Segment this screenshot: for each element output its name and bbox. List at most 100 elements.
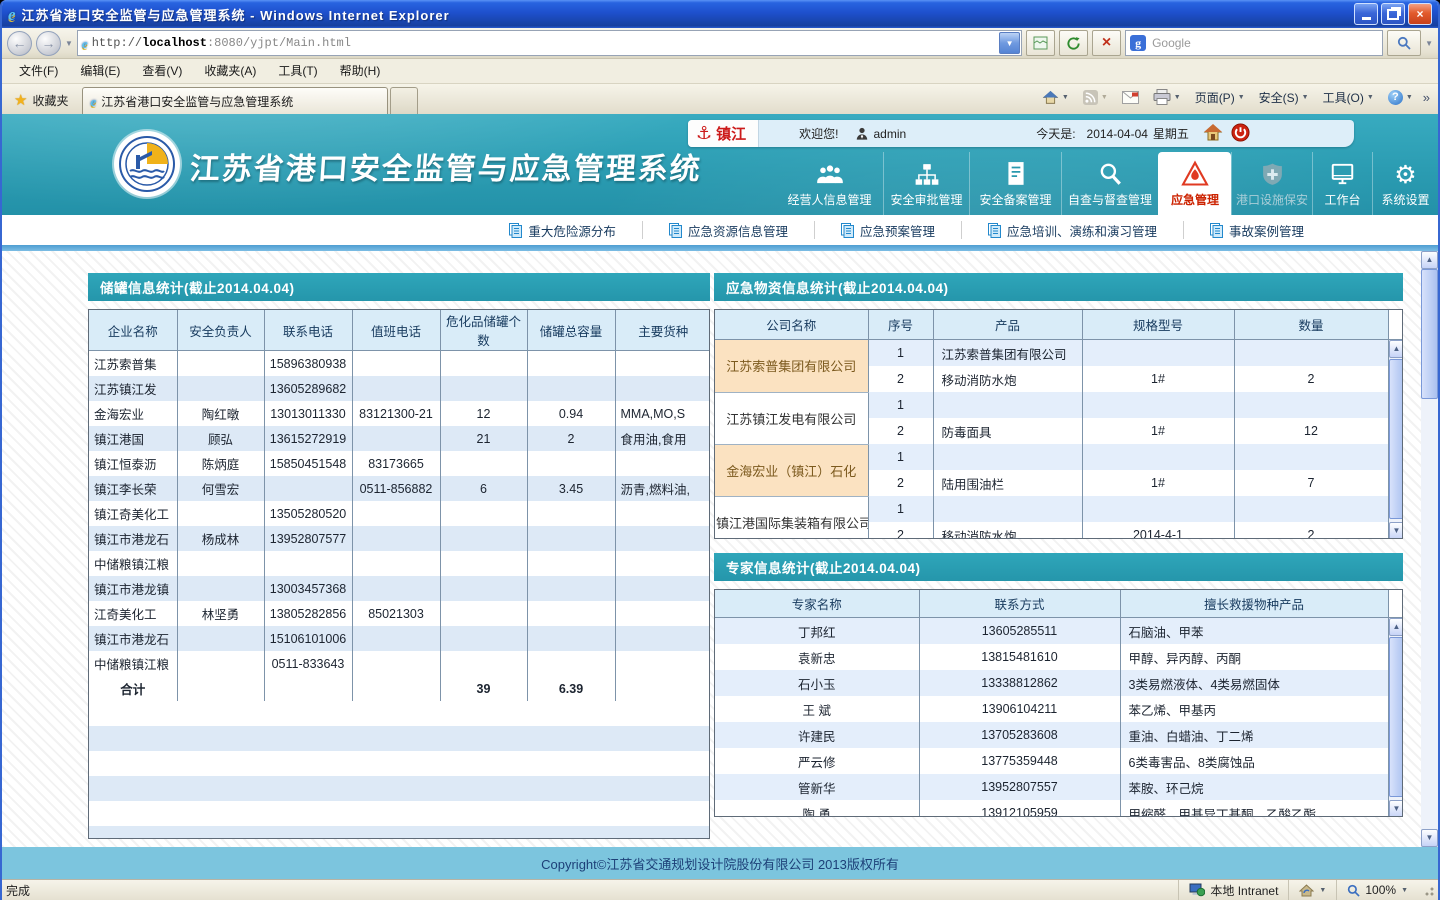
menu-item-help[interactable]: 帮助(H) [329, 59, 392, 83]
minimize-button[interactable] [1354, 3, 1378, 25]
history-dropdown-icon[interactable]: ▼ [65, 39, 73, 48]
search-button[interactable] [1387, 30, 1421, 56]
overflow-chevron[interactable]: » [1421, 90, 1434, 105]
print-button[interactable]: ▼ [1147, 85, 1187, 109]
compatibility-view-button[interactable] [1026, 30, 1055, 56]
scroll-track[interactable] [1389, 358, 1404, 522]
cell [527, 551, 615, 576]
cell: 袁新忠 [715, 644, 919, 670]
cell [1082, 444, 1234, 470]
table-row: 镇江港国 顾弘 13615272919 21 2 食用油,食用 [89, 426, 710, 451]
subnav-item-resource-info[interactable]: 应急资源信息管理 [642, 221, 814, 239]
scroll-up-button[interactable]: ▲ [1421, 251, 1438, 269]
scroll-up-button[interactable]: ▲ [1389, 340, 1404, 358]
cell [615, 676, 710, 701]
menu-item-view[interactable]: 查看(V) [131, 59, 193, 83]
org-chart-icon [914, 159, 940, 187]
subnav-item-accident-cases[interactable]: 事故案例管理 [1183, 221, 1330, 239]
scroll-thumb[interactable] [1421, 269, 1438, 399]
subnav-item-hazard-distribution[interactable]: 重大危险源分布 [483, 221, 642, 239]
close-button[interactable]: × [1408, 3, 1432, 25]
refresh-button[interactable] [1059, 30, 1088, 56]
browser-tab[interactable]: e 江苏省港口安全监管与应急管理系统 [82, 87, 388, 114]
cell [440, 501, 527, 526]
nav-item-safety-approval[interactable]: 安全审批管理 [883, 152, 969, 215]
page-menu-button[interactable]: 页面(P)▼ [1189, 85, 1251, 109]
table-row: 金海宏业 陶红暾 13013011330 83121300-21 12 0.94… [89, 401, 710, 426]
cell [527, 451, 615, 476]
experts-table: 专家名称 联系方式 擅长救援物种产品 丁邦红 13605285511 石脑油、甲… [715, 590, 1403, 817]
restore-button[interactable] [1381, 3, 1405, 25]
scroll-thumb[interactable] [1389, 359, 1404, 519]
system-header: 江苏省港口安全监管与应急管理系统 ⚓ 镇江 欢迎您! admin 今天是: 20… [2, 114, 1438, 215]
table-header-cell: 数量 [1234, 310, 1388, 340]
home-icon [1203, 123, 1223, 141]
company-cell: 江苏镇江发电有限公司 [715, 392, 868, 444]
home-button[interactable]: ▼ [1036, 85, 1075, 109]
safety-menu-button[interactable]: 安全(S)▼ [1253, 85, 1315, 109]
scroll-down-button[interactable]: ▼ [1421, 829, 1438, 847]
scroll-up-button[interactable]: ▲ [1389, 618, 1404, 636]
back-button[interactable]: ← [7, 31, 32, 56]
menu-item-tools[interactable]: 工具(T) [267, 59, 328, 83]
intranet-icon [1189, 883, 1205, 897]
main-navigation: 经营人信息管理 安全审批管理 安全备案管理 自查与督查管理 [776, 152, 1438, 215]
subnav-item-plan-management[interactable]: 应急预案管理 [814, 221, 961, 239]
menu-item-favorites[interactable]: 收藏夹(A) [193, 59, 267, 83]
address-dropdown-button[interactable]: ▼ [999, 32, 1020, 54]
nav-item-operator-info[interactable]: 经营人信息管理 [776, 152, 883, 215]
ie-logo-icon: e [8, 6, 16, 23]
rss-button[interactable]: ▼ [1077, 85, 1114, 109]
nav-item-safety-filing[interactable]: 安全备案管理 [969, 152, 1061, 215]
experts-scrollbar[interactable]: ▲ ▼ [1389, 618, 1404, 817]
cell: 2 [868, 470, 933, 496]
scrollbar-cell: ▲ ▼ [1388, 340, 1403, 540]
supplies-scrollbar[interactable]: ▲ ▼ [1389, 340, 1404, 539]
home-shortcut-button[interactable] [1203, 123, 1223, 144]
resize-grip[interactable] [1422, 884, 1434, 896]
page-scrollbar[interactable]: ▲ ▼ [1421, 251, 1438, 847]
cell [615, 351, 710, 377]
empty-row [89, 751, 710, 776]
cell: 0.94 [527, 401, 615, 426]
stop-button[interactable]: × [1092, 30, 1121, 56]
forward-button[interactable]: → [36, 31, 61, 56]
new-tab-stub[interactable] [390, 87, 418, 114]
scroll-down-button[interactable]: ▼ [1389, 522, 1404, 539]
doc-icon [988, 223, 1001, 238]
nav-item-system-settings[interactable]: ⚙ 系统设置 [1372, 152, 1438, 215]
subnav-item-training-drills[interactable]: 应急培训、演练和演习管理 [961, 221, 1183, 239]
cell: 3类易燃液体、4类易燃固体 [1120, 670, 1388, 696]
logout-button[interactable] [1231, 123, 1250, 145]
cell: 1 [868, 340, 933, 367]
shield-icon [1260, 159, 1285, 187]
cell [933, 496, 1082, 522]
menu-item-edit[interactable]: 编辑(E) [69, 59, 131, 83]
cell [177, 376, 264, 401]
cell [440, 626, 527, 651]
help-button[interactable]: ?▼ [1382, 85, 1419, 109]
cell [440, 526, 527, 551]
search-options-dropdown-icon[interactable]: ▼ [1425, 39, 1433, 48]
cell: 江奇美化工 [89, 601, 177, 626]
scroll-track[interactable] [1389, 636, 1404, 800]
nav-item-workbench[interactable]: 工作台 [1312, 152, 1372, 215]
address-bar[interactable]: e http://localhost:8080/yjpt/Main.html ▼ [77, 30, 1022, 56]
favorites-button[interactable]: ★ 收藏夹 [6, 88, 76, 112]
nav-item-port-security[interactable]: 港口设施保安 [1231, 152, 1312, 215]
scroll-track[interactable] [1421, 269, 1438, 829]
cell: 林坚勇 [177, 601, 264, 626]
search-input[interactable] [1150, 35, 1378, 51]
nav-item-inspection[interactable]: 自查与督查管理 [1061, 152, 1158, 215]
scroll-down-button[interactable]: ▼ [1389, 800, 1404, 817]
cell [527, 526, 615, 551]
menu-item-file[interactable]: 文件(F) [8, 59, 69, 83]
zoom-control[interactable]: 100% ▼ [1336, 880, 1418, 900]
scroll-thumb[interactable] [1389, 637, 1404, 797]
search-box[interactable]: g [1125, 30, 1383, 56]
mail-button[interactable] [1116, 85, 1145, 109]
protected-mode-button[interactable]: ▼ [1288, 880, 1336, 900]
nav-item-emergency-management[interactable]: 应急管理 [1158, 152, 1231, 215]
tools-menu-button[interactable]: 工具(O)▼ [1317, 85, 1380, 109]
table-row: 丁邦红 13605285511 石脑油、甲苯 ▲ ▼ [715, 618, 1403, 645]
